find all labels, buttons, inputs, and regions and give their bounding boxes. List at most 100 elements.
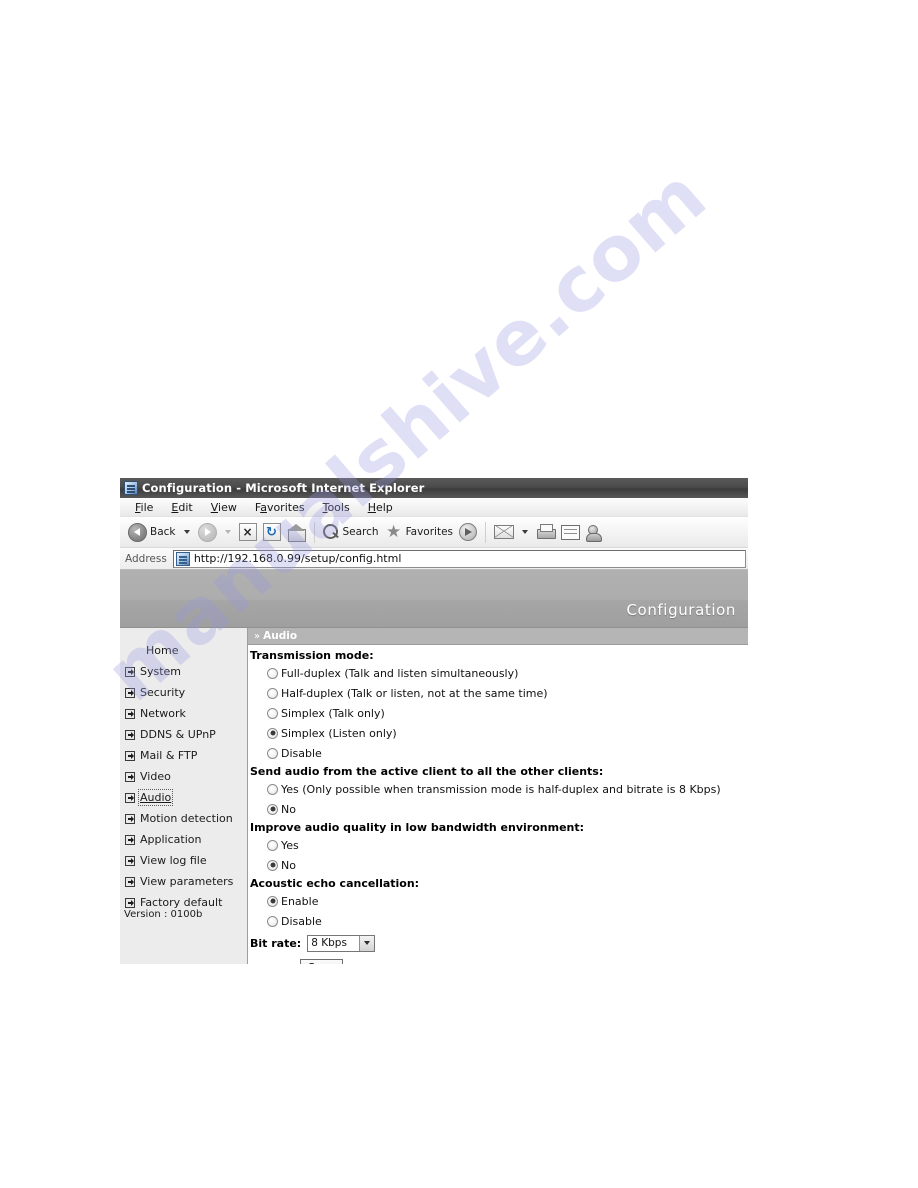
search-button[interactable]: Search bbox=[320, 519, 382, 545]
radio-send-audio-no[interactable]: No bbox=[248, 799, 748, 819]
radio-improve-quality-no[interactable]: No bbox=[248, 855, 748, 875]
sidebar-item-ddns-upnp[interactable]: DDNS & UPnP bbox=[120, 724, 247, 745]
media-icon bbox=[459, 523, 478, 541]
radio-transmission-full-duplex[interactable]: Full-duplex (Talk and listen simultaneou… bbox=[248, 663, 748, 683]
edit-button[interactable] bbox=[558, 519, 583, 545]
web-page-body: Configuration Home System Security Netwo… bbox=[120, 570, 748, 964]
forward-button[interactable] bbox=[195, 519, 220, 545]
radio-icon bbox=[267, 747, 278, 759]
sidebar-item-view-log-file[interactable]: View log file bbox=[120, 850, 247, 871]
arrow-right-icon bbox=[125, 855, 135, 866]
sidebar-item-label: Security bbox=[140, 686, 186, 699]
radio-send-audio-yes[interactable]: Yes (Only possible when transmission mod… bbox=[248, 779, 748, 799]
menu-item-tools[interactable]: Tools bbox=[314, 501, 359, 514]
toolbar-separator-2 bbox=[485, 521, 487, 543]
menu-item-help[interactable]: Help bbox=[359, 501, 402, 514]
window-title: Configuration - Microsoft Internet Explo… bbox=[142, 481, 425, 495]
navigation-sidebar: Home System Security Network DDNS & UPnP… bbox=[120, 628, 248, 964]
radio-label: Disable bbox=[281, 914, 322, 928]
menu-item-view[interactable]: View bbox=[202, 501, 246, 514]
radio-transmission-disable[interactable]: Disable bbox=[248, 743, 748, 763]
stop-button[interactable]: × bbox=[238, 523, 257, 541]
page-root: manualshive.com Configuration - Microsof… bbox=[0, 0, 918, 1188]
favorites-button-label: Favorites bbox=[405, 526, 454, 538]
save-button[interactable]: Save bbox=[300, 958, 344, 964]
radio-echo-disable[interactable]: Disable bbox=[248, 911, 748, 931]
media-button[interactable] bbox=[456, 519, 480, 545]
refresh-button[interactable]: ↻ bbox=[262, 523, 281, 541]
radio-improve-quality-yes[interactable]: Yes bbox=[248, 835, 748, 855]
arrow-right-icon bbox=[125, 792, 135, 803]
back-button-label: Back bbox=[150, 526, 176, 538]
search-button-label: Search bbox=[342, 526, 379, 538]
browser-toolbar: Back × ↻ Search ★ Favorites bbox=[120, 517, 748, 548]
radio-icon-selected bbox=[267, 727, 278, 739]
print-button[interactable] bbox=[533, 519, 558, 545]
bit-rate-select[interactable]: 8 Kbps bbox=[307, 934, 376, 952]
back-button[interactable]: Back bbox=[125, 519, 179, 545]
sidebar-item-application[interactable]: Application bbox=[120, 829, 247, 850]
radio-transmission-simplex-listen[interactable]: Simplex (Listen only) bbox=[248, 723, 748, 743]
page-banner: Configuration bbox=[120, 570, 748, 628]
sidebar-item-label: Factory default bbox=[140, 896, 223, 909]
radio-label: Enable bbox=[281, 894, 319, 908]
sidebar-item-system[interactable]: System bbox=[120, 661, 247, 682]
sidebar-item-label: View parameters bbox=[140, 875, 234, 888]
radio-echo-enable[interactable]: Enable bbox=[248, 891, 748, 911]
search-magnifier-icon bbox=[322, 523, 340, 541]
radio-transmission-simplex-talk[interactable]: Simplex (Talk only) bbox=[248, 703, 748, 723]
chevron-down-icon[interactable] bbox=[359, 935, 375, 951]
radio-transmission-half-duplex[interactable]: Half-duplex (Talk or listen, not at the … bbox=[248, 683, 748, 703]
favorites-button[interactable]: ★ Favorites bbox=[382, 519, 456, 545]
address-url-text: http://192.168.0.99/setup/config.html bbox=[193, 552, 402, 565]
back-dropdown-caret-icon[interactable] bbox=[183, 530, 190, 534]
radio-label: Simplex (Talk only) bbox=[281, 706, 385, 720]
menu-item-favorites[interactable]: Favorites bbox=[246, 501, 314, 514]
messenger-icon bbox=[586, 524, 604, 542]
sidebar-item-label: Network bbox=[140, 707, 186, 720]
sidebar-item-security[interactable]: Security bbox=[120, 682, 247, 703]
sidebar-item-motion-detection[interactable]: Motion detection bbox=[120, 808, 247, 829]
print-icon bbox=[536, 524, 557, 540]
send-audio-label: Send audio from the active client to all… bbox=[250, 765, 604, 778]
sidebar-item-network[interactable]: Network bbox=[120, 703, 247, 724]
toolbar-separator-1 bbox=[313, 521, 315, 543]
radio-label: Simplex (Listen only) bbox=[281, 726, 397, 740]
sidebar-item-home[interactable]: Home bbox=[120, 640, 247, 661]
sidebar-item-label: Motion detection bbox=[140, 812, 233, 825]
radio-icon bbox=[267, 707, 278, 719]
section-title: Audio bbox=[263, 630, 298, 642]
radio-icon-selected bbox=[267, 895, 278, 907]
radio-label: Disable bbox=[281, 746, 322, 760]
sidebar-item-video[interactable]: Video bbox=[120, 766, 247, 787]
sidebar-item-label: Home bbox=[146, 644, 179, 657]
arrow-right-icon bbox=[125, 750, 135, 761]
radio-label: Full-duplex (Talk and listen simultaneou… bbox=[281, 666, 519, 680]
radio-icon-selected bbox=[267, 803, 278, 815]
sidebar-item-label: Mail & FTP bbox=[140, 749, 198, 762]
sidebar-item-mail-ftp[interactable]: Mail & FTP bbox=[120, 745, 247, 766]
address-bar-label: Address bbox=[125, 552, 167, 565]
sidebar-item-audio[interactable]: Audio bbox=[120, 787, 247, 808]
save-row: Save bbox=[248, 955, 748, 964]
favorites-star-icon: ★ bbox=[385, 521, 402, 542]
window-titlebar: Configuration - Microsoft Internet Explo… bbox=[120, 478, 748, 498]
menu-item-file[interactable]: File bbox=[126, 501, 162, 514]
radio-icon bbox=[267, 667, 278, 679]
mail-dropdown-caret-icon[interactable] bbox=[522, 530, 529, 534]
refresh-icon: ↻ bbox=[266, 524, 277, 540]
arrow-right-icon bbox=[125, 771, 135, 782]
mail-button[interactable] bbox=[491, 519, 517, 545]
radio-label: Half-duplex (Talk or listen, not at the … bbox=[281, 686, 548, 700]
sidebar-item-view-parameters[interactable]: View parameters bbox=[120, 871, 247, 892]
home-button[interactable] bbox=[284, 519, 309, 545]
chevron-right-icon: » bbox=[254, 630, 261, 642]
menu-bar: File Edit View Favorites Tools Help bbox=[120, 498, 748, 517]
transmission-mode-label: Transmission mode: bbox=[250, 649, 374, 662]
messenger-button[interactable] bbox=[583, 519, 607, 545]
banner-title: Configuration bbox=[626, 601, 736, 619]
radio-icon bbox=[267, 839, 278, 851]
menu-item-edit[interactable]: Edit bbox=[162, 501, 201, 514]
arrow-right-icon bbox=[125, 876, 135, 887]
address-input[interactable]: http://192.168.0.99/setup/config.html bbox=[172, 549, 746, 568]
